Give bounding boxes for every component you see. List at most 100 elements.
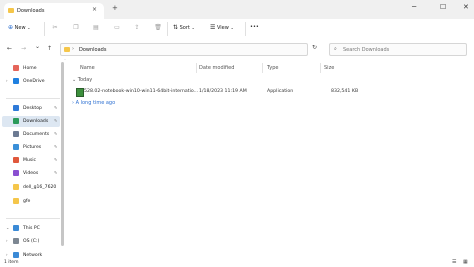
minimize-button[interactable]: ─ [412,3,416,11]
pin-icon: ✎ [54,144,58,149]
sidebar-item-documents[interactable]: Documents ✎ [2,129,60,140]
drive-icon [13,238,19,244]
sidebar-item-label: This PC [23,226,40,231]
up-button[interactable]: ↑ [47,45,52,52]
chevron-down-icon: ⌄ [191,25,195,30]
forward-button[interactable]: → [21,45,26,52]
picture-icon [13,144,19,150]
tiles-view-icon[interactable]: ▦ [463,259,468,265]
network-icon [13,252,19,258]
toolbar-separator [167,22,168,36]
sidebar-item-home[interactable]: Home [2,63,60,74]
column-header-type[interactable]: Type [267,65,278,71]
sidebar-item-label: Desktop [23,106,42,111]
group-today[interactable]: ⌄ Today [72,77,92,83]
sort-icon: ⇅ [173,24,179,31]
chevron-down-icon: ⌄ [27,25,31,30]
recent-locations-button[interactable]: ⌄ [35,43,40,50]
computer-icon [13,225,19,231]
application-icon [76,88,84,97]
sort-button[interactable]: ⇅ Sort ⌄ [173,24,195,31]
paste-icon[interactable]: ▤ [92,24,100,32]
column-header-name[interactable]: Name [80,65,95,71]
details-view-icon[interactable]: ☰ [452,259,456,265]
column-divider[interactable] [262,63,263,73]
chevron-right-icon[interactable]: › [6,252,8,257]
sidebar-item-dell-g16-7620[interactable]: dell_g16_7620 [2,182,60,193]
sidebar-item-os-c[interactable]: › OS (C:) [2,236,60,247]
file-name[interactable]: 528.02-notebook-win10-win11-64bit-intern… [84,89,198,94]
new-tab-button[interactable]: + [112,4,118,12]
chevron-right-icon[interactable]: › [6,78,8,83]
chevron-down-icon: ⌄ [72,77,77,83]
sidebar-item-label: gfe [23,199,31,204]
more-options-button[interactable]: ••• [250,24,259,30]
back-button[interactable]: ← [7,45,12,52]
group-long-ago[interactable]: › A long time ago [72,100,115,106]
sidebar-item-label: OS (C:) [23,239,40,244]
address-bar[interactable]: › Downloads [60,43,308,56]
sort-button-label: Sort [179,25,190,31]
chevron-right-icon: › [72,100,74,106]
folder-icon [13,198,19,204]
sidebar-item-onedrive[interactable]: › OneDrive [2,76,60,87]
column-header-date[interactable]: Date modified [199,65,234,71]
column-header-size[interactable]: Size [324,65,334,71]
sidebar-divider [6,98,60,99]
chevron-down-icon: ⌄ [230,25,234,30]
tab-downloads[interactable]: Downloads × [4,3,104,19]
folder-icon [64,47,70,52]
tab-title: Downloads [17,8,45,14]
folder-icon [13,184,19,190]
sidebar-item-desktop[interactable]: Desktop ✎ [2,103,60,114]
rename-icon[interactable]: ▭ [113,24,121,32]
share-icon[interactable]: ⇪ [133,24,141,32]
copy-icon[interactable]: ❐ [72,24,80,32]
folder-icon [8,8,14,13]
sidebar-item-label: Videos [23,171,39,176]
refresh-button[interactable]: ↻ [312,44,317,51]
home-icon [13,65,19,71]
sidebar-item-label: Music [23,158,37,163]
new-button[interactable]: ⊕ New ⌄ [8,24,30,31]
sidebar-item-gfe[interactable]: gfe [2,196,60,207]
document-icon [13,131,19,137]
maximize-button[interactable]: ☐ [440,3,446,11]
cut-icon[interactable]: ✂ [51,24,59,32]
status-bar: 1 item [0,259,474,267]
pin-icon: ✎ [54,118,58,123]
desktop-icon [13,105,19,111]
sidebar-item-label: OneDrive [23,79,45,84]
delete-icon[interactable]: 🗑 [154,24,162,32]
view-button[interactable]: ☰ View ⌄ [210,24,234,31]
chevron-right-icon[interactable]: › [6,238,8,243]
view-icon: ☰ [210,24,216,31]
sidebar-item-downloads[interactable]: Downloads ✎ [2,116,60,127]
sidebar-item-music[interactable]: Music ✎ [2,155,60,166]
toolbar-separator [245,22,246,36]
close-tab-icon[interactable]: × [92,6,97,13]
music-icon [13,157,19,163]
sidebar-item-this-pc[interactable]: ⌄ This PC [2,223,60,234]
sidebar-item-label: Network [23,253,43,258]
chevron-down-icon[interactable]: ⌄ [6,225,9,230]
file-date: 1/18/2023 11:19 AM [199,89,247,94]
sidebar-scrollbar[interactable] [61,62,64,246]
file-type: Application [267,89,294,94]
column-divider[interactable] [320,63,321,73]
pin-icon: ✎ [54,105,58,110]
breadcrumb-downloads[interactable]: Downloads [79,47,106,53]
pin-icon: ✎ [54,170,58,175]
close-window-button[interactable]: ✕ [463,3,469,11]
cloud-icon [13,78,19,84]
sidebar-item-pictures[interactable]: Pictures ✎ [2,142,60,153]
video-icon [13,170,19,176]
search-box[interactable]: ⌕ Search Downloads [329,43,467,56]
sidebar-divider [6,218,60,219]
search-input[interactable]: Search Downloads [343,47,389,53]
sidebar-item-label: Documents [23,132,50,137]
sidebar-item-videos[interactable]: Videos ✎ [2,168,60,179]
pin-icon: ✎ [54,157,58,162]
column-divider[interactable] [196,63,197,73]
file-size: 832,541 KB [331,89,359,94]
